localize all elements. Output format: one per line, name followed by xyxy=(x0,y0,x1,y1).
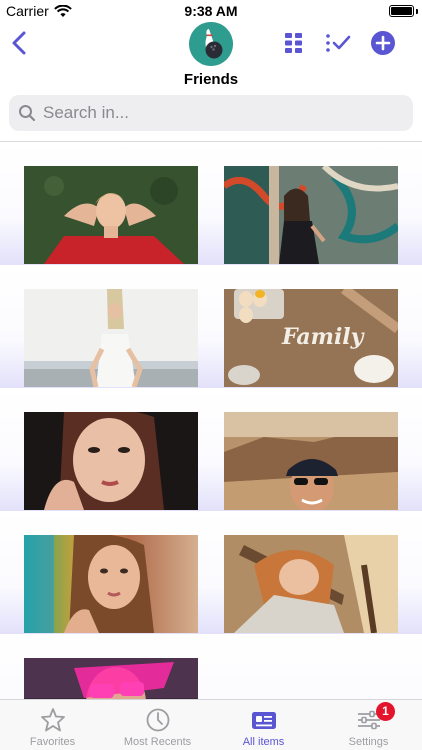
tab-most-recents[interactable]: Most Recents xyxy=(105,700,210,750)
grid-row xyxy=(0,388,422,511)
svg-text:Family: Family xyxy=(281,324,366,350)
tab-settings[interactable]: 1 Settings xyxy=(316,700,421,750)
woman-portrait-photo[interactable] xyxy=(24,412,198,510)
woman-chair-sunlight-photo[interactable] xyxy=(224,535,398,633)
woman-graffiti-wall-photo[interactable] xyxy=(224,166,398,264)
woman-beach-photo[interactable] xyxy=(24,289,198,387)
clock-icon xyxy=(146,708,170,732)
status-bar: Carrier 9:38 AM xyxy=(0,0,422,22)
tab-all-items[interactable]: All items xyxy=(211,700,316,750)
chevron-left-icon[interactable] xyxy=(8,30,32,56)
search-input[interactable] xyxy=(43,103,403,123)
grid-row xyxy=(0,634,422,699)
star-icon xyxy=(41,708,65,732)
grid-view-icon[interactable] xyxy=(281,30,307,56)
photo-grid: Family xyxy=(0,142,422,699)
woman-pink-glasses-photo[interactable] xyxy=(24,658,198,699)
man-lying-on-grass-photo[interactable] xyxy=(24,166,198,264)
battery-cap xyxy=(416,9,418,14)
man-cap-sunglasses-photo[interactable] xyxy=(224,412,398,510)
tab-label: Most Recents xyxy=(123,736,192,748)
add-circle-icon[interactable] xyxy=(370,30,396,56)
search-icon xyxy=(19,105,36,122)
woman-rainbow-light-photo[interactable] xyxy=(24,535,198,633)
bowling-icon[interactable] xyxy=(189,22,233,66)
grid-row: Family xyxy=(0,265,422,388)
id-card-icon xyxy=(252,712,276,729)
grid-row xyxy=(0,511,422,634)
tab-label: Settings xyxy=(348,736,389,748)
tab-label: Favorites xyxy=(29,736,76,748)
select-check-icon[interactable] xyxy=(324,30,352,56)
tab-label: All items xyxy=(242,736,285,748)
status-time: 9:38 AM xyxy=(184,3,238,19)
grid-row xyxy=(0,142,422,265)
navigation-bar: Friends xyxy=(0,22,422,92)
battery-icon xyxy=(389,5,414,17)
tab-bar: Favorites Most Recents All items 1 Setti… xyxy=(0,699,422,750)
notification-badge: 1 xyxy=(376,702,395,721)
family-flour-table-photo[interactable]: Family xyxy=(224,289,398,387)
tab-favorites[interactable]: Favorites xyxy=(0,700,105,750)
search-bar[interactable] xyxy=(9,95,413,131)
page-title: Friends xyxy=(183,71,239,88)
